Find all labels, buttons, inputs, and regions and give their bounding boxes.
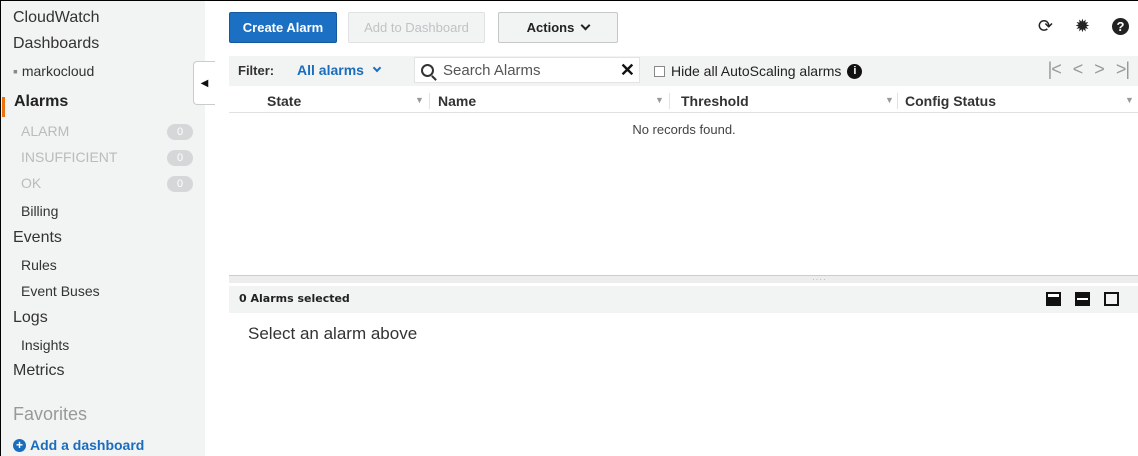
column-header-name[interactable]: Name — [438, 93, 476, 109]
table-header: State ▼ Name ▼ Threshold ▼ Config Status… — [229, 89, 1138, 113]
sort-icon[interactable]: ▼ — [415, 95, 424, 105]
sidebar: CloudWatch Dashboards ▪ markocloud Alarm… — [1, 1, 205, 456]
favorites-heading: Favorites — [13, 404, 88, 424]
gear-icon[interactable]: ✹ — [1075, 16, 1090, 37]
refresh-icon[interactable]: ⟳ — [1038, 16, 1053, 37]
chevron-down-icon — [372, 63, 382, 73]
filter-label: Filter: — [238, 63, 275, 78]
resize-handle[interactable]: ···· — [229, 275, 1138, 284]
sidebar-item-metrics[interactable]: Metrics — [13, 362, 65, 380]
count-badge: 0 — [167, 124, 193, 140]
column-separator — [429, 93, 430, 109]
column-separator — [897, 93, 898, 109]
prev-page-icon[interactable]: < — [1073, 59, 1083, 80]
search-icon — [421, 63, 434, 77]
details-header: 0 Alarms selected — [229, 286, 1138, 313]
plus-circle-icon: + — [13, 438, 26, 452]
add-to-dashboard-button[interactable]: Add to Dashboard — [348, 12, 485, 43]
grip-icon: ···· — [812, 275, 827, 284]
sort-icon[interactable]: ▼ — [1125, 95, 1134, 105]
sort-icon[interactable]: ▼ — [655, 95, 664, 105]
sidebar-item-cloudwatch[interactable]: CloudWatch — [13, 9, 100, 27]
chevron-down-icon — [580, 20, 591, 31]
main-content: Create Alarm Add to Dashboard Actions ⟳ … — [229, 1, 1138, 456]
actions-dropdown[interactable]: Actions — [498, 12, 618, 43]
sidebar-item-rules[interactable]: Rules — [21, 257, 57, 273]
sidebar-item-label: markocloud — [21, 63, 95, 79]
column-header-threshold[interactable]: Threshold — [681, 93, 749, 109]
sort-icon[interactable]: ▼ — [885, 95, 894, 105]
active-indicator — [2, 97, 5, 117]
sidebar-item-logs[interactable]: Logs — [13, 309, 48, 327]
search-input[interactable] — [443, 61, 613, 79]
layout-toggle — [1046, 292, 1119, 306]
layout-full-icon[interactable] — [1046, 292, 1061, 306]
count-badge: 0 — [167, 176, 193, 192]
hide-autoscaling-option: Hide all AutoScaling alarms i — [654, 63, 863, 79]
count-badge: 0 — [167, 150, 193, 166]
search-box: ✕ — [414, 57, 640, 83]
first-page-icon[interactable]: |< — [1048, 59, 1062, 80]
sidebar-item-markocloud[interactable]: ▪ markocloud — [13, 63, 94, 79]
app-frame: CloudWatch Dashboards ▪ markocloud Alarm… — [0, 0, 1138, 456]
add-dashboard-link[interactable]: + Add a dashboard — [13, 437, 144, 453]
layout-split-icon[interactable] — [1075, 292, 1090, 306]
sidebar-item-event-buses[interactable]: Event Buses — [21, 283, 100, 299]
filter-selected: All alarms — [297, 62, 364, 78]
column-header-state[interactable]: State — [267, 93, 301, 109]
sidebar-item-insufficient-state[interactable]: INSUFFICIENT — [21, 149, 117, 165]
hide-autoscaling-label: Hide all AutoScaling alarms — [671, 63, 842, 79]
create-alarm-button[interactable]: Create Alarm — [229, 12, 337, 43]
hide-autoscaling-checkbox[interactable] — [654, 65, 665, 77]
filter-bar: Filter: All alarms ✕ Hide all AutoScalin… — [229, 56, 1138, 86]
selected-count: 0 Alarms selected — [239, 292, 350, 305]
help-icon[interactable]: ? — [1112, 18, 1129, 35]
column-header-config-status[interactable]: Config Status — [905, 93, 996, 109]
next-page-icon[interactable]: > — [1094, 59, 1104, 80]
sidebar-item-dashboards[interactable]: Dashboards — [13, 35, 99, 53]
last-page-icon[interactable]: >| — [1116, 59, 1130, 80]
pagination: |< < > >| — [1048, 59, 1130, 80]
layout-empty-icon[interactable] — [1104, 292, 1119, 306]
sidebar-item-alarm-state[interactable]: ALARM — [21, 123, 69, 139]
sidebar-item-alarms[interactable]: Alarms — [14, 93, 68, 111]
filter-dropdown[interactable]: All alarms — [297, 62, 382, 78]
sidebar-item-events[interactable]: Events — [13, 229, 62, 247]
close-icon[interactable]: ✕ — [620, 60, 635, 81]
sidebar-item-insights[interactable]: Insights — [21, 337, 69, 353]
caret-left-icon: ◀ — [200, 77, 209, 89]
actions-label: Actions — [526, 20, 575, 35]
toolbar-icons: ⟳ ✹ ? — [1038, 16, 1129, 37]
collapse-sidebar-button[interactable]: ◀ — [193, 61, 215, 105]
toolbar: Create Alarm Add to Dashboard Actions ⟳ … — [229, 12, 1138, 45]
column-separator — [669, 93, 670, 109]
empty-table-message: No records found. — [632, 122, 736, 137]
info-icon[interactable]: i — [847, 63, 863, 79]
sidebar-item-ok-state[interactable]: OK — [21, 175, 41, 191]
details-placeholder: Select an alarm above — [248, 324, 418, 343]
sidebar-item-billing[interactable]: Billing — [21, 203, 58, 219]
bullet-icon: ▪ — [13, 63, 22, 79]
add-dashboard-label: Add a dashboard — [30, 437, 145, 453]
